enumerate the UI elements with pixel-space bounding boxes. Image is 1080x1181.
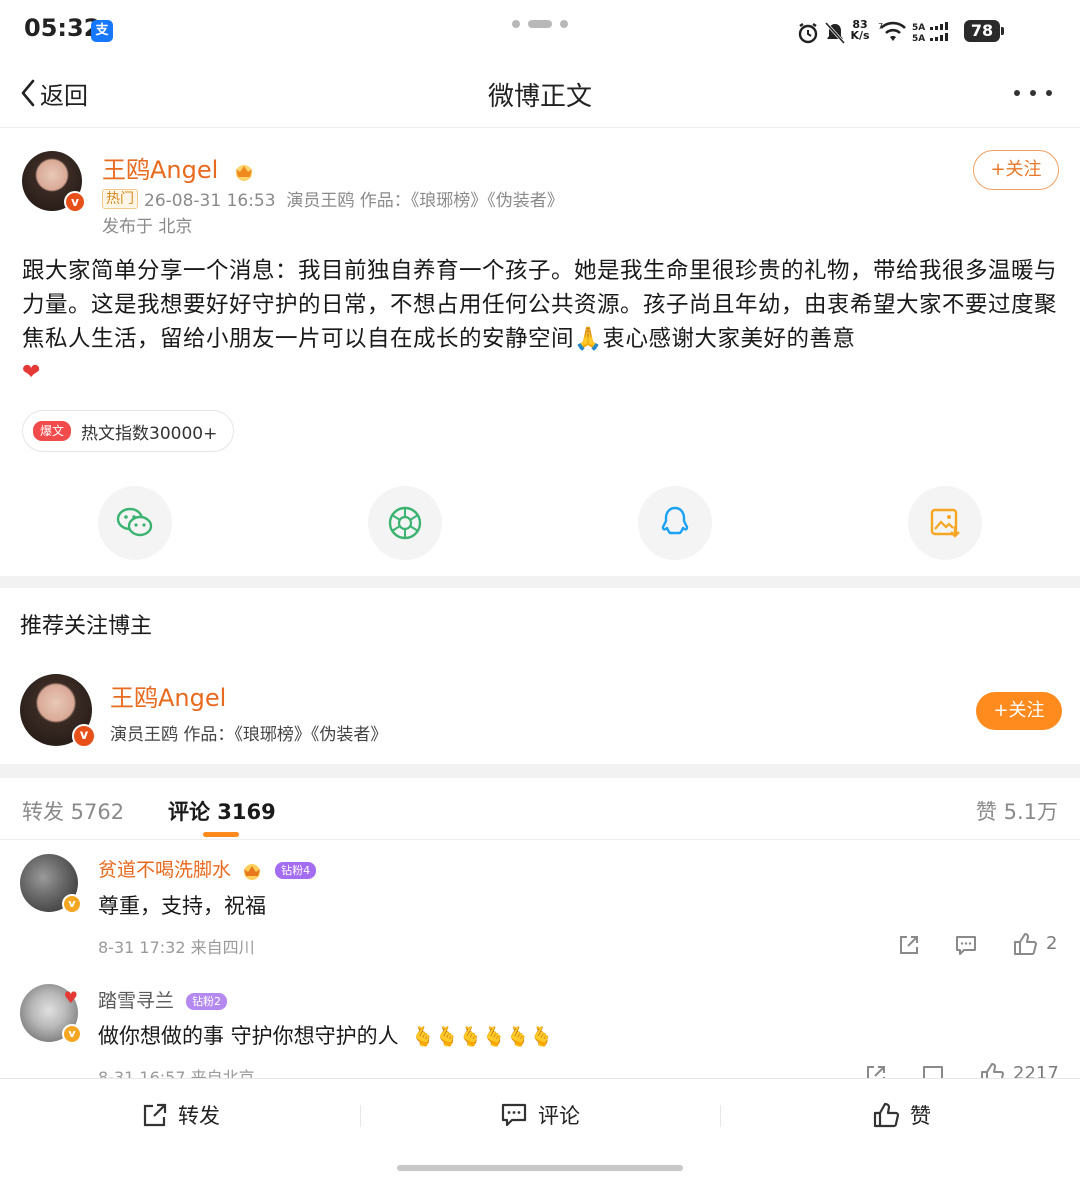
heart-emoji: ❤ — [22, 360, 41, 385]
moments-icon — [388, 506, 422, 540]
post-location: 发布于 北京 — [102, 217, 193, 237]
tab-like[interactable]: 赞 5.1万 — [976, 796, 1058, 826]
verified-badge-icon: v — [62, 894, 82, 914]
author-name[interactable]: 王鸥Angel — [102, 150, 256, 185]
verified-badge-icon: v — [62, 1024, 82, 1044]
fan-crown-icon — [244, 863, 261, 880]
comment-username-text: 贫道不喝洗脚水 — [98, 859, 232, 881]
like-label: 赞 — [910, 1104, 931, 1128]
comment-username[interactable]: 踏雪寻兰 钻粉2 — [98, 986, 228, 1013]
vip-crown-icon — [235, 165, 252, 181]
home-indicator — [397, 1165, 683, 1171]
like-button[interactable]: 赞 — [872, 1097, 931, 1133]
save-image-button[interactable] — [908, 486, 982, 560]
svg-text:5A: 5A — [912, 34, 925, 43]
bar-separator — [720, 1105, 721, 1127]
alipay-icon: 支 — [91, 20, 113, 42]
follow-button[interactable]: +关注 — [973, 150, 1059, 190]
hot-index-text: 热文指数30000+ — [81, 423, 218, 444]
share-icon[interactable] — [897, 933, 921, 957]
comment-username-text: 踏雪寻兰 — [98, 990, 175, 1012]
author-avatar[interactable]: v — [22, 151, 86, 213]
multitask-indicator — [512, 20, 572, 28]
comment-avatar[interactable]: v — [20, 854, 82, 914]
post-body: 跟大家简单分享一个消息：我目前独自养育一个孩子。她是我生命里很珍贵的礼物，带给我… — [22, 258, 1058, 352]
mute-icon — [824, 21, 846, 45]
like-icon[interactable] — [1012, 931, 1038, 957]
battery-tip — [1001, 27, 1004, 35]
share-row — [0, 486, 1080, 560]
wechat-icon — [116, 507, 153, 537]
comment-icon[interactable] — [954, 933, 978, 957]
status-bar: 05:32 支 83 K/s 7 5A 5A 78 — [0, 0, 1080, 62]
status-time: 05:32 — [24, 14, 101, 42]
network-speed: 83 K/s — [850, 18, 870, 42]
recommend-follow-button[interactable]: +关注 — [976, 692, 1062, 730]
fan-badge: 钻粉4 — [275, 862, 317, 879]
heart-icon: ♥ — [63, 988, 78, 1007]
bar-separator — [360, 1105, 361, 1127]
comment-text: 做你想做的事 守护你想守护的人 🫰🫰🫰🫰🫰🫰 — [98, 1020, 553, 1050]
verified-badge-icon: v — [72, 724, 96, 748]
fan-badge: 钻粉2 — [186, 993, 228, 1010]
comment-username[interactable]: 贫道不喝洗脚水 钻粉4 — [98, 855, 317, 882]
comment-like-count: 2 — [1046, 933, 1058, 954]
repost-label: 转发 — [178, 1104, 220, 1128]
section-divider — [0, 764, 1080, 778]
comment-emoji: 🫰🫰🫰🫰🫰🫰 — [411, 1026, 554, 1048]
hot-index-chip[interactable]: 爆文 热文指数30000+ — [22, 410, 235, 452]
tab-comment[interactable]: 评论 3169 — [168, 796, 276, 826]
alarm-icon — [798, 23, 818, 44]
repost-button[interactable]: 转发 — [142, 1097, 220, 1133]
verified-badge-icon: v — [64, 191, 86, 213]
comment-label: 评论 — [538, 1104, 580, 1128]
author-name-text: 王鸥Angel — [102, 156, 219, 184]
recommend-name[interactable]: 王鸥Angel — [110, 678, 226, 713]
interaction-tabs: 转发 5762 评论 3169 赞 5.1万 — [0, 778, 1080, 840]
comment-button[interactable]: 评论 — [500, 1097, 580, 1133]
comment-avatar[interactable]: ♥ v — [20, 984, 82, 1044]
nav-bar: 返回 微博正文 — [0, 62, 1080, 128]
section-divider — [0, 576, 1080, 588]
wifi-icon: 7 — [878, 21, 906, 41]
signal-icon: 5A 5A — [912, 22, 948, 43]
comment-text: 尊重，支持，祝福 — [98, 894, 266, 918]
svg-text:7: 7 — [878, 22, 883, 31]
recommend-desc: 演员王鸥 作品：《琅琊榜》《伪装者》 — [110, 725, 388, 745]
share-qq-button[interactable] — [638, 486, 712, 560]
more-options-icon[interactable] — [1014, 88, 1054, 100]
recommend-title: 推荐关注博主 — [20, 614, 153, 639]
hot-article-badge: 爆文 — [33, 421, 72, 441]
svg-text:5A: 5A — [912, 23, 925, 33]
tab-repost[interactable]: 转发 5762 — [22, 796, 124, 826]
comment-meta: 8-31 17:32 来自四川 — [98, 938, 255, 957]
share-moments-button[interactable] — [368, 486, 442, 560]
page-title: 微博正文 — [487, 82, 592, 112]
post-meta-text: 26-08-31 16:53 演员王鸥 作品：《琅琊榜》《伪装者》 — [144, 191, 564, 211]
active-tab-indicator — [203, 832, 239, 837]
qq-icon — [661, 506, 689, 535]
comment-icon — [501, 1103, 527, 1127]
comment-text-body: 做你想做的事 守护你想守护的人 — [98, 1024, 399, 1048]
post-text: 跟大家简单分享一个消息：我目前独自养育一个孩子。她是我生命里很珍贵的礼物，带给我… — [22, 254, 1062, 390]
repost-icon — [143, 1103, 167, 1127]
bottom-action-bar: 转发 评论 赞 — [0, 1078, 1080, 1181]
share-wechat-button[interactable] — [98, 486, 172, 560]
post-meta: 热门 26-08-31 16:53 演员王鸥 作品：《琅琊榜》《伪装者》 — [102, 186, 564, 211]
like-icon — [873, 1102, 900, 1128]
hot-tag: 热门 — [102, 188, 138, 209]
battery-icon: 78 — [964, 20, 1000, 42]
save-image-icon — [930, 508, 960, 538]
recommend-avatar[interactable]: v — [20, 674, 96, 748]
